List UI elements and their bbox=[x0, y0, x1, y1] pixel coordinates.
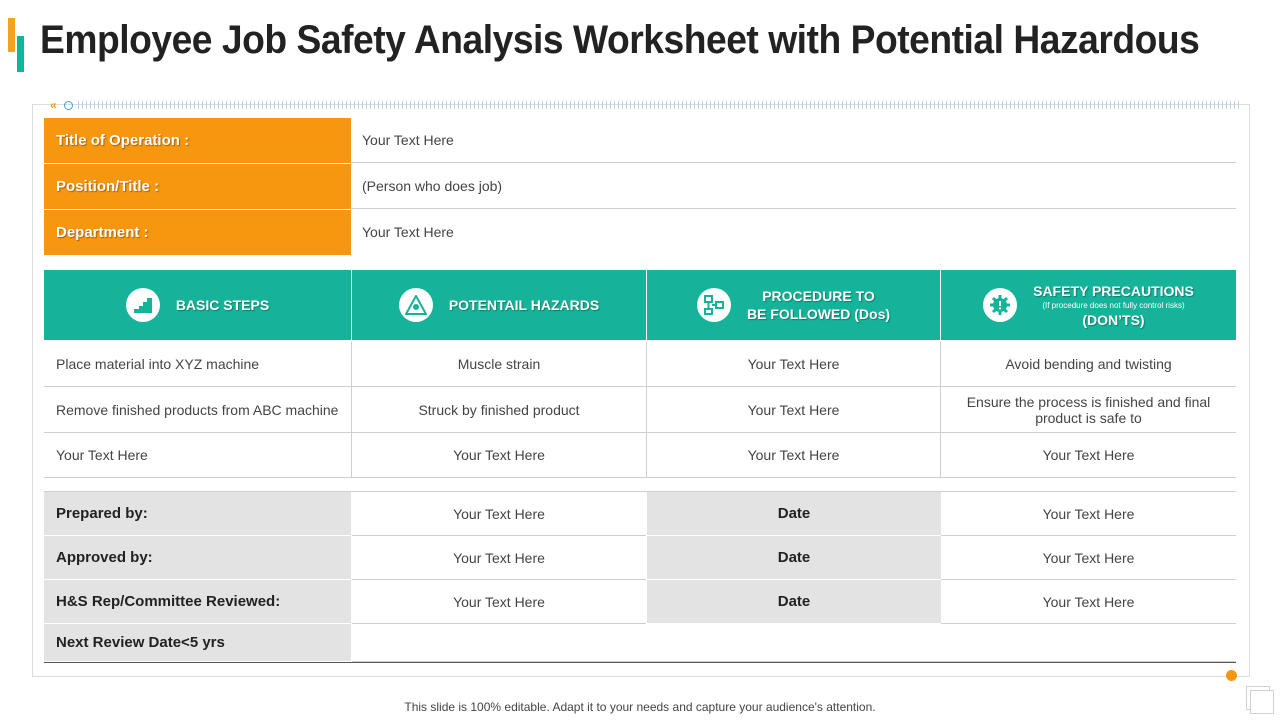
table-cell-step[interactable]: Place material into XYZ machine bbox=[44, 342, 351, 387]
accent-bar-orange bbox=[8, 18, 15, 52]
accent-bar-teal bbox=[17, 36, 24, 72]
stairs-icon bbox=[125, 288, 160, 322]
header-procedure-line2: BE FOLLOWED (Dos) bbox=[746, 306, 891, 322]
table-cell-precaution[interactable]: Ensure the process is finished and final… bbox=[941, 388, 1236, 433]
header-label-safety: SAFETY PRECAUTIONS (If procedure does no… bbox=[1033, 282, 1194, 329]
dotted-rule bbox=[78, 101, 1242, 109]
header-safety-line1: SAFETY PRECAUTIONS bbox=[1033, 282, 1194, 299]
signoff-label-prepared: Prepared by: bbox=[44, 492, 351, 536]
double-chevron-icon: « bbox=[50, 98, 57, 112]
signoff-value-prepared[interactable]: Your Text Here bbox=[352, 492, 646, 536]
header-safety-sub: (If procedure does not fully control ris… bbox=[1042, 300, 1185, 310]
page-title: Employee Job Safety Analysis Worksheet w… bbox=[40, 18, 1200, 62]
header-basic-steps: BASIC STEPS bbox=[44, 270, 351, 340]
table-cell-step[interactable]: Your Text Here bbox=[44, 433, 351, 478]
table-cell-hazard[interactable]: Struck by finished product bbox=[352, 388, 646, 433]
info-value-position[interactable]: (Person who does job) bbox=[352, 164, 1236, 209]
signoff-date-value[interactable]: Your Text Here bbox=[941, 536, 1236, 580]
signoff-date-value[interactable]: Your Text Here bbox=[941, 580, 1236, 624]
table-cell-procedure[interactable]: Your Text Here bbox=[647, 433, 940, 478]
info-value-department[interactable]: Your Text Here bbox=[352, 210, 1236, 255]
gear-alert-icon bbox=[983, 288, 1018, 322]
table-cell-procedure[interactable]: Your Text Here bbox=[647, 388, 940, 433]
orange-dot bbox=[1226, 670, 1237, 681]
header-safety: SAFETY PRECAUTIONS (If procedure does no… bbox=[941, 270, 1236, 340]
header-label-procedure: PROCEDURE TO BE FOLLOWED (Dos) bbox=[747, 287, 890, 323]
header-safety-line3: (DON’TS) bbox=[1082, 311, 1145, 328]
table-cell-step[interactable]: Remove finished products from ABC machin… bbox=[44, 388, 351, 433]
next-review-label: Next Review Date<5 yrs bbox=[44, 624, 351, 662]
header-label-hazards: POTENTAIL HAZARDS bbox=[448, 297, 600, 313]
table-cell-precaution[interactable]: Your Text Here bbox=[941, 433, 1236, 478]
signoff-value-approved[interactable]: Your Text Here bbox=[352, 536, 646, 580]
signoff-value-reviewed[interactable]: Your Text Here bbox=[352, 580, 646, 624]
info-label-operation: Title of Operation : bbox=[44, 118, 351, 163]
flowchart-icon bbox=[696, 288, 731, 322]
info-value-operation[interactable]: Your Text Here bbox=[352, 118, 1236, 163]
ring-icon bbox=[64, 101, 73, 110]
column-divider bbox=[351, 342, 352, 478]
signoff-date-label: Date bbox=[647, 536, 941, 580]
signoff-label-approved: Approved by: bbox=[44, 536, 351, 580]
header-procedure-line1: PROCEDURE TO bbox=[762, 288, 875, 304]
column-divider bbox=[646, 342, 647, 478]
signoff-date-label: Date bbox=[647, 492, 941, 536]
header-procedure: PROCEDURE TO BE FOLLOWED (Dos) bbox=[647, 270, 940, 340]
warning-triangle-icon bbox=[398, 288, 433, 322]
signoff-date-label: Date bbox=[647, 580, 941, 624]
signoff-label-reviewed: H&S Rep/Committee Reviewed: bbox=[44, 580, 351, 624]
column-divider bbox=[940, 342, 941, 478]
signoff-date-value[interactable]: Your Text Here bbox=[941, 492, 1236, 536]
footer-note: This slide is 100% editable. Adapt it to… bbox=[404, 700, 876, 714]
table-cell-hazard[interactable]: Your Text Here bbox=[352, 433, 646, 478]
table-cell-procedure[interactable]: Your Text Here bbox=[647, 342, 940, 387]
table-cell-precaution[interactable]: Avoid bending and twisting bbox=[941, 342, 1236, 387]
info-label-position: Position/Title : bbox=[44, 164, 351, 209]
table-cell-hazard[interactable]: Muscle strain bbox=[352, 342, 646, 387]
header-label-basic-steps: BASIC STEPS bbox=[175, 297, 270, 313]
header-hazards: POTENTAIL HAZARDS bbox=[352, 270, 646, 340]
next-review-value[interactable] bbox=[352, 624, 1236, 662]
info-label-department: Department : bbox=[44, 210, 351, 255]
signoff-bottom-rule bbox=[44, 662, 1236, 663]
